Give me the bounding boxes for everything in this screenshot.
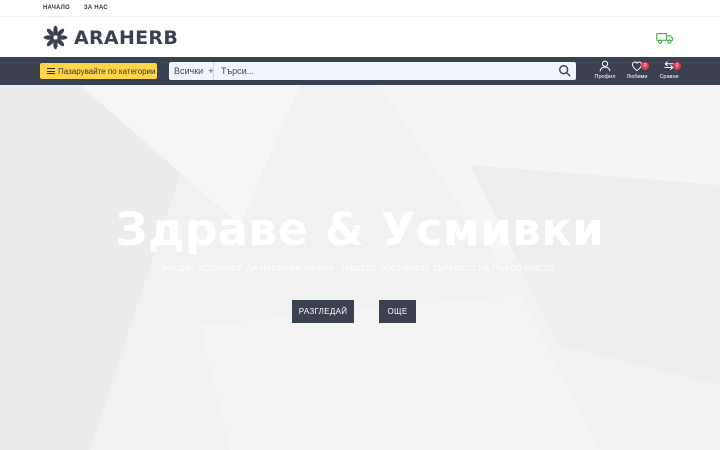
compare-label: Сравни — [659, 74, 679, 80]
search-category-select[interactable]: Всички + — [169, 62, 214, 80]
favorites-count-badge: 0 — [641, 62, 649, 70]
hero-title: Здраве & Усмивки — [115, 203, 605, 256]
favorites-button[interactable]: 0 Любими — [621, 60, 653, 80]
nav-link-home[interactable]: НАЧАЛО — [43, 5, 70, 11]
search-box: Всички + — [169, 62, 576, 80]
browse-button[interactable]: РАЗГЛЕДАЙ — [292, 300, 354, 323]
compare-count-badge: 0 — [673, 62, 681, 70]
user-icon — [599, 60, 611, 72]
profile-button[interactable]: Профил — [589, 60, 621, 80]
hero-banner: Здраве & Усмивки ЗАЕДНО УСПЯВАМЕ ДА НАМЕ… — [0, 85, 720, 450]
plus-icon: + — [208, 66, 214, 76]
delivery-truck-icon[interactable] — [656, 31, 674, 45]
logo[interactable]: ARAHERB — [43, 25, 178, 50]
profile-label: Профил — [594, 74, 616, 80]
favorites-label: Любими — [626, 74, 648, 80]
categories-button-label: Пазарувайте по категории — [58, 66, 156, 76]
nav-link-about[interactable]: ЗА НАС — [84, 5, 108, 11]
menu-icon — [47, 68, 55, 74]
header-actions: Профил 0 Любими 0 Сравни — [589, 60, 685, 80]
search-bar: Пазарувайте по категории Всички + Профил… — [0, 57, 720, 85]
categories-button[interactable]: Пазарувайте по категории — [40, 63, 157, 79]
compare-button[interactable]: 0 Сравни — [653, 60, 685, 80]
leaf-logo-icon — [43, 25, 68, 50]
site-header: ARAHERB — [0, 17, 720, 58]
top-nav: НАЧАЛО ЗА НАС — [0, 0, 720, 17]
search-input[interactable] — [214, 62, 558, 80]
search-category-value: Всички — [174, 66, 204, 76]
brand-name: ARAHERB — [74, 26, 179, 49]
more-button[interactable]: ОЩЕ — [379, 300, 416, 323]
hero-subtitle: ЗАЕДНО УСПЯВАМЕ ДА НАМЕРИМ НАЧИН , ЗАЩОТ… — [160, 264, 560, 273]
search-icon[interactable] — [558, 64, 572, 78]
